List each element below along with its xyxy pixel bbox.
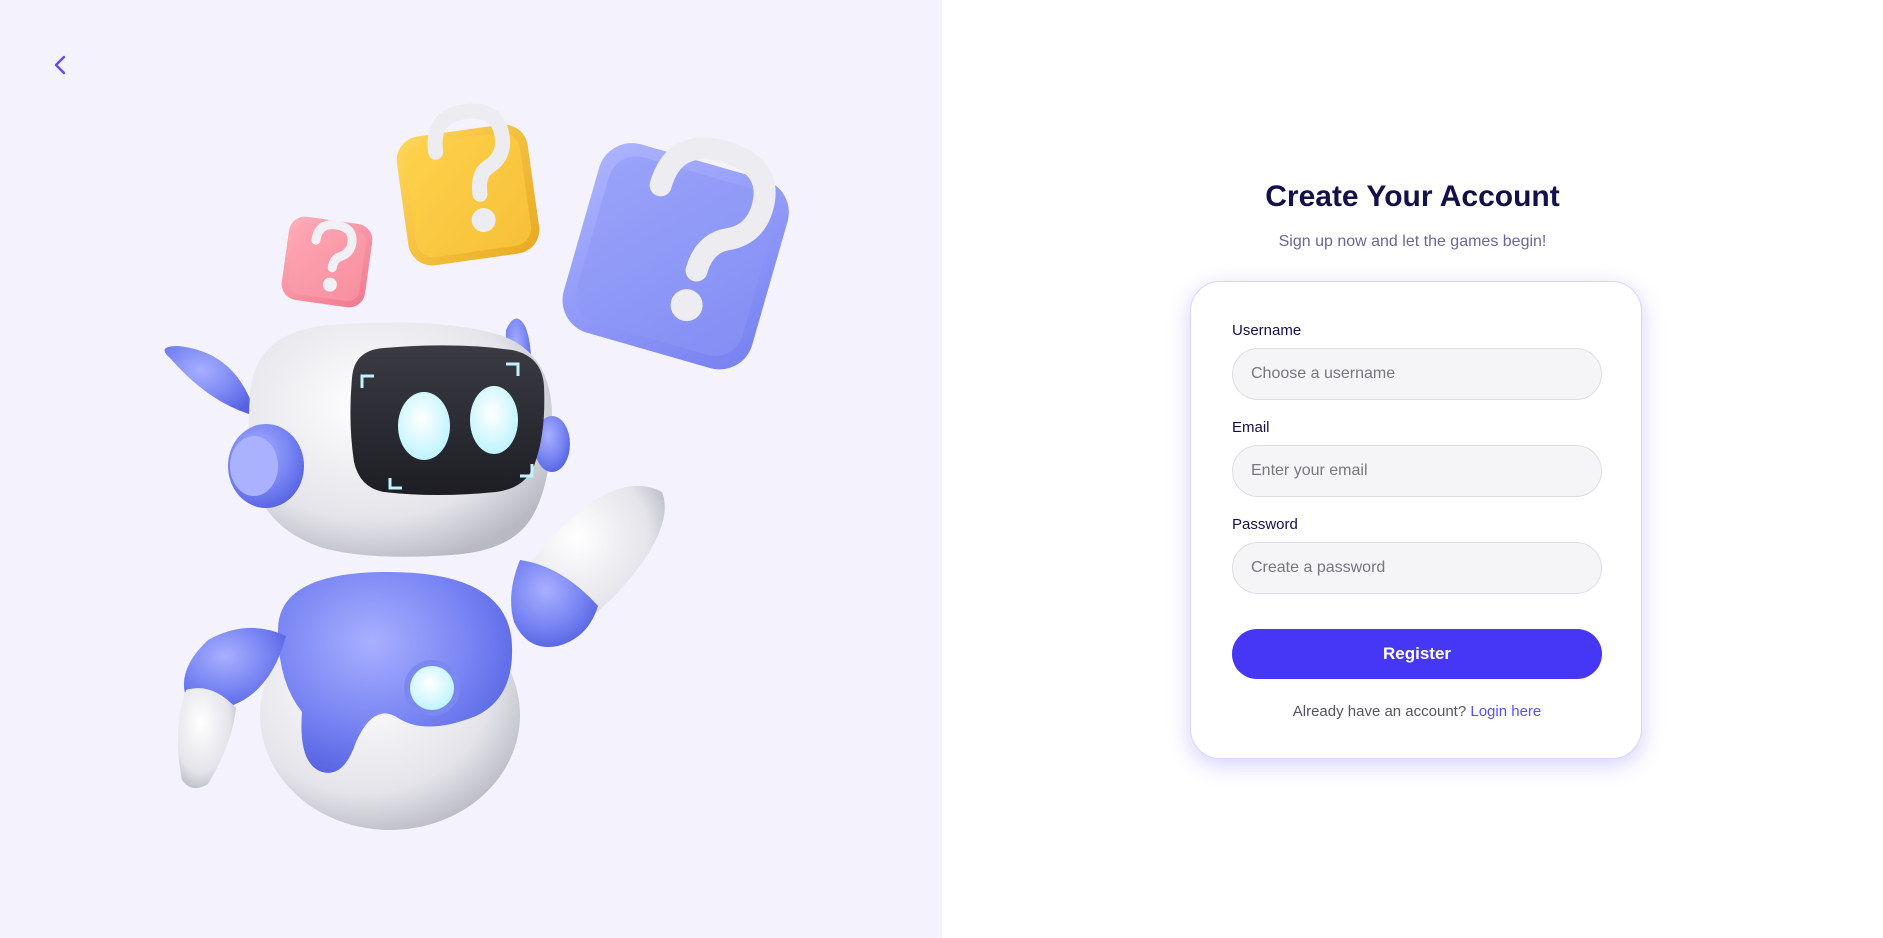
register-card: Username Email Password Register Already… xyxy=(1190,281,1642,759)
password-label: Password xyxy=(1232,516,1298,533)
login-link[interactable]: Login here xyxy=(1470,703,1541,720)
username-input[interactable] xyxy=(1232,348,1602,400)
purple-question-block xyxy=(562,137,789,370)
login-prompt: Already have an account? Login here xyxy=(1191,703,1643,720)
register-button[interactable]: Register xyxy=(1232,629,1602,679)
email-label: Email xyxy=(1232,419,1270,436)
yellow-question-block xyxy=(396,103,540,266)
username-label: Username xyxy=(1232,322,1302,339)
robot-illustration xyxy=(164,103,789,830)
email-input[interactable] xyxy=(1232,445,1602,497)
pink-question-block xyxy=(281,216,373,308)
form-panel: Create Your Account Sign up now and let … xyxy=(942,0,1883,938)
page-subtitle: Sign up now and let the games begin! xyxy=(1278,233,1547,250)
illustration-panel xyxy=(0,0,942,938)
login-prompt-text: Already have an account? xyxy=(1292,703,1467,720)
password-input[interactable] xyxy=(1232,542,1602,594)
page-title: Create Your Account xyxy=(1265,180,1560,213)
